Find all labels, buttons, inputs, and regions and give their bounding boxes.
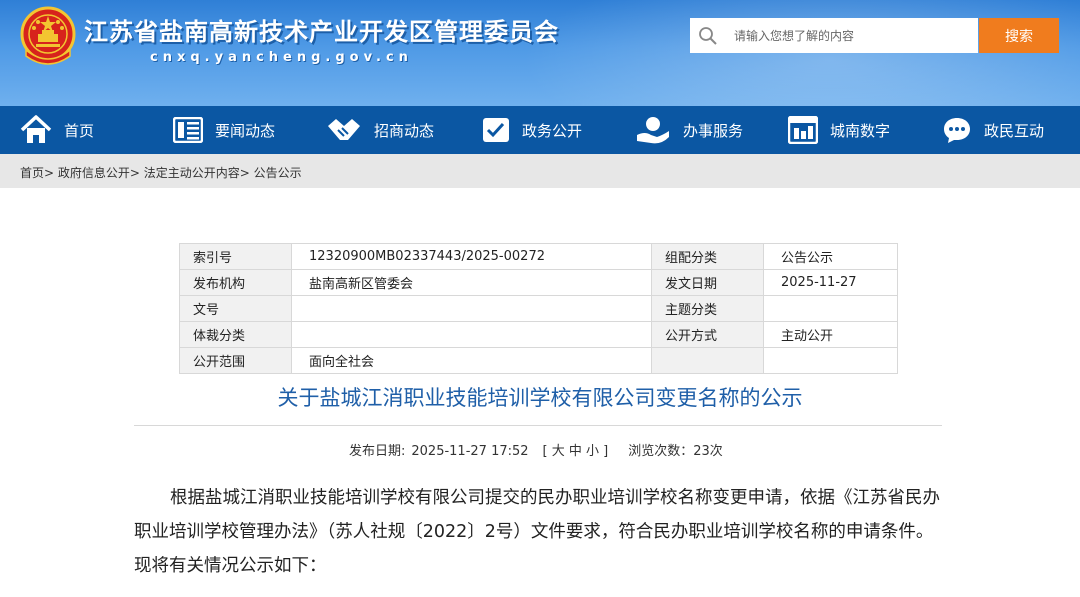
digital-city-icon	[788, 116, 818, 144]
publish-date-label: 发布日期:	[349, 444, 406, 459]
nav-item-home[interactable]: 首页	[20, 106, 94, 154]
nav-item-label: 招商动态	[374, 121, 435, 140]
nav-item-news[interactable]: 要闻动态	[173, 106, 275, 154]
home-icon	[20, 115, 52, 143]
index-value: 12320900MB02337443/2025-00272	[291, 243, 652, 270]
scope-value: 面向全社会	[291, 347, 652, 374]
main-nav: 首页 要闻动态 招商动态 政务公开 办事服务 城南数字 政民互动	[0, 106, 1080, 154]
article-meta: 发布日期: 2025-11-27 17:52 [ 大 中 小 ] 浏览次数：23次	[349, 440, 729, 459]
nav-item-gov-affairs[interactable]: 政务公开	[482, 106, 582, 154]
handshake-icon	[328, 119, 360, 140]
service-hand-icon	[637, 117, 669, 144]
nav-item-interaction[interactable]: 政民互动	[942, 106, 1044, 154]
document-info-table: 索引号 12320900MB02337443/2025-00272 组配分类 公…	[179, 243, 898, 374]
site-header: 江苏省盐南高新技术产业开发区管理委员会 cnxq.yancheng.gov.cn	[0, 0, 1080, 106]
breadcrumb-bar: 首页> 政府信息公开> 法定主动公开内容> 公告公示	[0, 154, 1080, 188]
empty-value	[763, 347, 898, 374]
nav-item-label: 政务公开	[522, 121, 583, 140]
table-row: 文号 主题分类	[179, 295, 898, 322]
nav-item-investment[interactable]: 招商动态	[326, 106, 434, 154]
empty-label	[651, 347, 764, 374]
publisher-label: 发布机构	[179, 269, 292, 296]
genre-label: 体裁分类	[179, 321, 292, 348]
scope-label: 公开范围	[179, 347, 292, 374]
nav-item-services[interactable]: 办事服务	[635, 106, 743, 154]
table-row: 体裁分类 公开方式 主动公开	[179, 321, 898, 348]
view-count: 浏览次数：23次	[628, 444, 723, 459]
nav-item-label: 政民互动	[984, 121, 1045, 140]
nav-item-digital-city[interactable]: 城南数字	[788, 106, 890, 154]
title-divider	[134, 425, 942, 426]
breadcrumb[interactable]: 首页> 政府信息公开> 法定主动公开内容> 公告公示	[20, 164, 302, 181]
nav-item-label: 办事服务	[683, 121, 744, 140]
font-size-switcher[interactable]: [ 大 中 小 ]	[543, 444, 609, 459]
method-value: 主动公开	[763, 321, 898, 348]
chat-icon	[944, 118, 970, 143]
docno-value	[291, 295, 652, 322]
nav-item-label: 城南数字	[830, 121, 891, 140]
news-icon	[173, 117, 203, 143]
site-domain: cnxq.yancheng.gov.cn	[150, 50, 413, 65]
date-value: 2025-11-27	[763, 269, 898, 296]
category-value: 公告公示	[763, 243, 898, 270]
publisher-value: 盐南高新区管委会	[291, 269, 652, 296]
table-row: 发布机构 盐南高新区管委会 发文日期 2025-11-27	[179, 269, 898, 296]
search-box	[690, 18, 978, 53]
table-row: 公开范围 面向全社会	[179, 347, 898, 374]
search-icon	[699, 27, 717, 45]
docno-label: 文号	[179, 295, 292, 322]
header-glow	[520, 0, 1080, 106]
publish-date: 2025-11-27 17:52	[411, 444, 529, 459]
date-label: 发文日期	[651, 269, 764, 296]
search-button[interactable]: 搜索	[979, 18, 1059, 53]
index-label: 索引号	[179, 243, 292, 270]
topic-value	[763, 295, 898, 322]
method-label: 公开方式	[651, 321, 764, 348]
check-document-icon	[483, 118, 509, 142]
search-input[interactable]	[734, 18, 974, 53]
article-body: 根据盐城江消职业技能培训学校有限公司提交的民办职业培训学校名称变更申请，依据《江…	[134, 488, 940, 576]
article-title: 关于盐城江消职业技能培训学校有限公司变更名称的公示	[277, 386, 803, 410]
nav-item-label: 要闻动态	[215, 121, 276, 140]
national-emblem-icon[interactable]	[18, 6, 78, 68]
genre-value	[291, 321, 652, 348]
table-row: 索引号 12320900MB02337443/2025-00272 组配分类 公…	[179, 243, 898, 270]
category-label: 组配分类	[651, 243, 764, 270]
nav-item-label: 首页	[64, 121, 95, 140]
site-title: 江苏省盐南高新技术产业开发区管理委员会	[84, 18, 559, 46]
topic-label: 主题分类	[651, 295, 764, 322]
